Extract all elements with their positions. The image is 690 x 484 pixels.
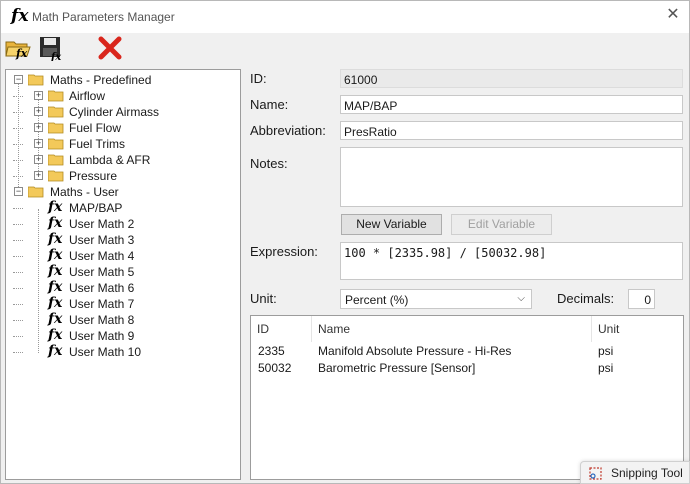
collapse-icon[interactable]: − bbox=[14, 75, 23, 84]
expand-icon[interactable]: + bbox=[34, 107, 43, 116]
tree-item[interactable]: fx User Math 8 bbox=[32, 311, 232, 328]
table-cell[interactable]: 2335 bbox=[258, 343, 285, 359]
snipping-tool-label: Snipping Tool bbox=[611, 466, 683, 480]
tree-item[interactable]: fx User Math 2 bbox=[32, 215, 232, 232]
folder-icon bbox=[48, 170, 64, 182]
folder-icon bbox=[28, 74, 44, 86]
fx-icon: fx bbox=[48, 311, 63, 327]
id-label: ID: bbox=[250, 71, 267, 86]
fx-app-icon: fx bbox=[11, 6, 29, 26]
name-label: Name: bbox=[250, 97, 289, 112]
chevron-down-icon: ⌵ bbox=[517, 293, 525, 304]
toolbar: fx fx bbox=[1, 33, 689, 63]
save-disk-icon[interactable]: fx bbox=[38, 35, 64, 63]
edit-variable-button[interactable]: Edit Variable bbox=[451, 214, 552, 235]
tree-item[interactable]: + Fuel Flow bbox=[32, 120, 232, 136]
folder-icon bbox=[48, 154, 64, 166]
notes-label: Notes: bbox=[250, 156, 288, 171]
new-variable-button[interactable]: New Variable bbox=[341, 214, 442, 235]
fx-icon: fx bbox=[48, 327, 63, 343]
folder-icon bbox=[48, 90, 64, 102]
fx-icon: fx bbox=[48, 343, 63, 359]
fx-icon: fx bbox=[48, 295, 63, 311]
expand-icon[interactable]: + bbox=[34, 171, 43, 180]
red-x-delete-icon[interactable] bbox=[97, 35, 123, 61]
folder-icon bbox=[28, 186, 44, 198]
fx-icon: fx bbox=[48, 231, 63, 247]
collapse-icon[interactable]: − bbox=[14, 187, 23, 196]
unit-label: Unit: bbox=[250, 291, 277, 306]
tree-item[interactable]: fx User Math 7 bbox=[32, 295, 232, 312]
folder-icon bbox=[48, 138, 64, 150]
tree-item[interactable]: fx MAP/BAP bbox=[32, 199, 232, 216]
table-cell[interactable]: Manifold Absolute Pressure - Hi-Res bbox=[318, 343, 511, 359]
title-bar: fx Math Parameters Manager ✕ bbox=[1, 1, 689, 33]
expand-icon[interactable]: + bbox=[34, 123, 43, 132]
tree-item[interactable]: fx User Math 9 bbox=[32, 327, 232, 344]
fx-icon: fx bbox=[48, 263, 63, 279]
abbreviation-field[interactable]: PresRatio bbox=[340, 121, 683, 140]
unit-select[interactable]: Percent (%) ⌵ bbox=[340, 289, 532, 309]
column-header-id[interactable]: ID bbox=[251, 316, 312, 342]
svg-text:fx: fx bbox=[15, 47, 28, 60]
tree-item[interactable]: + Pressure bbox=[32, 168, 232, 184]
expand-icon[interactable]: + bbox=[34, 91, 43, 100]
math-tree-panel: − Maths - Predefined + Airflow + Cylinder A… bbox=[5, 69, 241, 480]
fx-icon: fx bbox=[48, 215, 63, 231]
abbreviation-label: Abbreviation: bbox=[250, 123, 326, 138]
expression-field[interactable]: 100 * [2335.98] / [50032.98] bbox=[340, 242, 683, 280]
decimals-field[interactable]: 0 bbox=[628, 289, 655, 309]
name-field[interactable]: MAP/BAP bbox=[340, 95, 683, 114]
tree-node-user[interactable]: − Maths - User bbox=[12, 184, 232, 200]
tree-item[interactable]: + Cylinder Airmass bbox=[32, 104, 232, 120]
open-folder-fx-icon[interactable]: fx bbox=[5, 35, 31, 61]
tree-item[interactable]: + Fuel Trims bbox=[32, 136, 232, 152]
expand-icon[interactable]: + bbox=[34, 155, 43, 164]
folder-icon bbox=[48, 106, 64, 118]
column-header-name[interactable]: Name bbox=[312, 316, 592, 342]
table-cell[interactable]: Barometric Pressure [Sensor] bbox=[318, 360, 475, 376]
close-icon[interactable]: ✕ bbox=[665, 7, 681, 23]
fx-icon: fx bbox=[48, 199, 63, 215]
tree-item[interactable]: fx User Math 4 bbox=[32, 247, 232, 264]
fx-icon: fx bbox=[48, 247, 63, 263]
variables-table: ID Name Unit 2335 Manifold Absolute Pres… bbox=[250, 315, 684, 480]
notes-field[interactable] bbox=[340, 147, 683, 207]
tree-node-predefined[interactable]: − Maths - Predefined bbox=[12, 72, 232, 88]
tree-item[interactable]: + Lambda & AFR bbox=[32, 152, 232, 168]
unit-select-value: Percent (%) bbox=[345, 293, 409, 307]
expand-icon[interactable]: + bbox=[34, 139, 43, 148]
fx-icon: fx bbox=[48, 279, 63, 295]
snipping-tool-popup[interactable]: Snipping Tool bbox=[580, 461, 690, 484]
table-cell[interactable]: psi bbox=[598, 343, 613, 359]
table-cell[interactable]: 50032 bbox=[258, 360, 291, 376]
table-cell[interactable]: psi bbox=[598, 360, 613, 376]
tree-item[interactable]: + Airflow bbox=[32, 88, 232, 104]
expression-label: Expression: bbox=[250, 244, 318, 259]
tree-item[interactable]: fx User Math 3 bbox=[32, 231, 232, 248]
tree-item[interactable]: fx User Math 6 bbox=[32, 279, 232, 296]
column-header-unit[interactable]: Unit bbox=[592, 316, 684, 342]
tree-item[interactable]: fx User Math 5 bbox=[32, 263, 232, 280]
svg-text:fx: fx bbox=[50, 52, 62, 61]
tree-item[interactable]: fx User Math 10 bbox=[32, 343, 232, 360]
math-parameters-window: fx Math Parameters Manager ✕ fx fx − Mat… bbox=[0, 0, 690, 484]
id-field: 61000 bbox=[340, 69, 683, 88]
scissors-icon bbox=[589, 467, 602, 480]
decimals-label: Decimals: bbox=[557, 291, 615, 306]
window-title: Math Parameters Manager bbox=[32, 10, 175, 24]
folder-icon bbox=[48, 122, 64, 134]
